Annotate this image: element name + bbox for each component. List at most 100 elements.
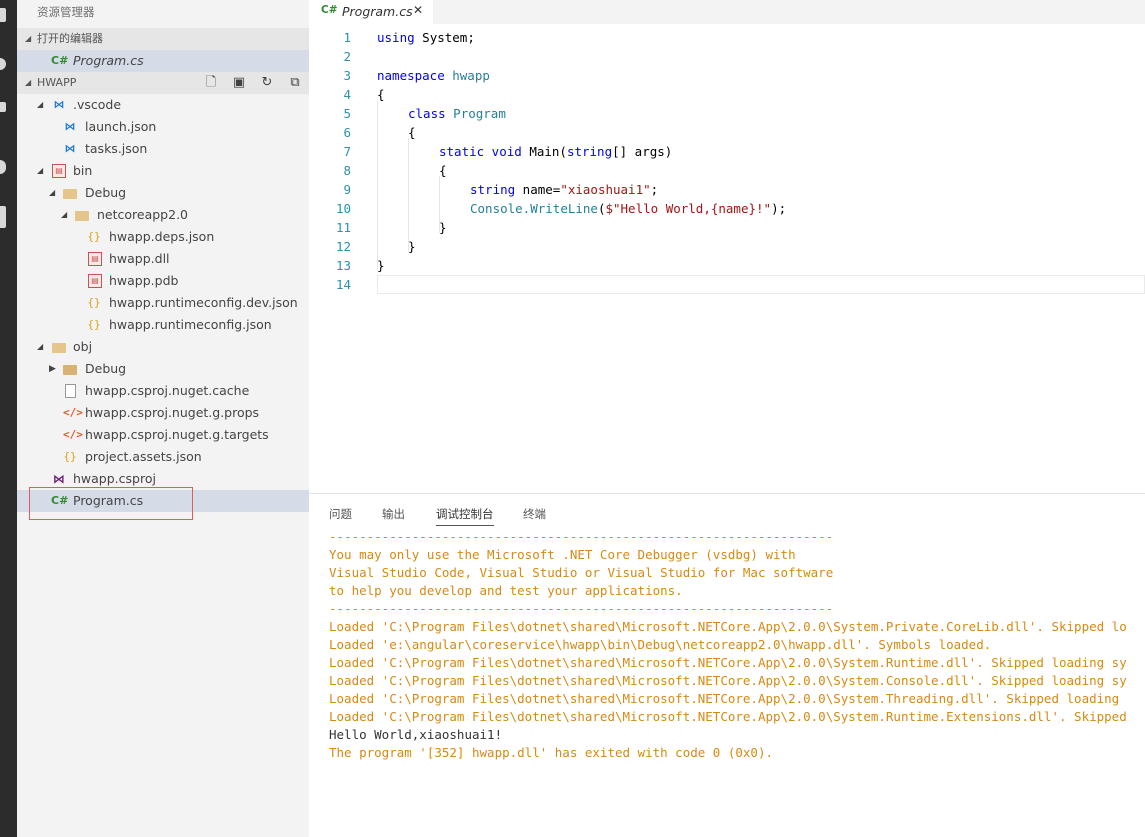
- open-editor-item[interactable]: C# Program.cs: [17, 50, 309, 72]
- folder-icon: [63, 365, 77, 375]
- code-line: }: [377, 258, 385, 273]
- collapse-all-icon[interactable]: ⧉: [287, 75, 303, 91]
- console-line: Visual Studio Code, Visual Studio or Vis…: [329, 565, 834, 580]
- tree-file-nuget-cache[interactable]: hwapp.csproj.nuget.cache: [17, 380, 309, 402]
- console-line: Loaded 'C:\Program Files\dotnet\shared\M…: [329, 655, 1127, 670]
- line-number: 12: [335, 239, 351, 254]
- indent-guide: [377, 100, 378, 271]
- folder-open-icon: [75, 211, 89, 221]
- line-number: 4: [343, 87, 351, 102]
- json-file-icon: {}: [87, 230, 101, 243]
- tree-folder-netcoreapp[interactable]: ◢ netcoreapp2.0: [17, 204, 309, 226]
- chevron-down-icon: ◢: [37, 342, 44, 351]
- bottom-panel: 问题 输出 调试控制台 终端 -------------------------…: [309, 493, 1145, 837]
- xml-file-icon: </>: [63, 428, 83, 441]
- source-control-icon[interactable]: [0, 102, 6, 112]
- console-line: You may only use the Microsoft .NET Core…: [329, 547, 796, 562]
- line-number: 7: [343, 144, 351, 159]
- console-line: Loaded 'C:\Program Files\dotnet\shared\M…: [329, 691, 1120, 706]
- tree-file-project-assets[interactable]: {} project.assets.json: [17, 446, 309, 468]
- code-line: static void Main(string[] args): [439, 144, 673, 159]
- vscode-file-icon: ⋈: [64, 120, 76, 133]
- tree-folder-vscode[interactable]: ◢ ⋈ .vscode: [17, 94, 309, 116]
- code-line: namespace hwapp: [377, 68, 490, 83]
- line-number: 5: [343, 106, 351, 121]
- tab-terminal[interactable]: 终端: [523, 506, 546, 522]
- highlight-box: [29, 487, 193, 520]
- code-line: class Program: [408, 106, 506, 121]
- folder-open-icon: [52, 343, 66, 353]
- open-editors-header[interactable]: ◢ 打开的编辑器: [17, 28, 309, 50]
- line-number: 3: [343, 68, 351, 83]
- tab-problems[interactable]: 问题: [329, 506, 352, 522]
- line-number: 11: [335, 220, 351, 235]
- console-line: Loaded 'e:\angular\coreservice\hwapp\bin…: [329, 637, 992, 652]
- chevron-down-icon: ◢: [37, 166, 44, 175]
- tree-file-runtimeconfig[interactable]: {} hwapp.runtimeconfig.json: [17, 314, 309, 336]
- vscode-file-icon: ⋈: [64, 142, 76, 155]
- chevron-down-icon: ◢: [61, 210, 68, 219]
- tree-file-launch-json[interactable]: ⋈ launch.json: [17, 116, 309, 138]
- json-file-icon: {}: [87, 296, 101, 309]
- tree-file-deps-json[interactable]: {} hwapp.deps.json: [17, 226, 309, 248]
- code-line: Console.WriteLine($"Hello World,{name}!"…: [470, 201, 787, 216]
- vscode-folder-icon: ⋈: [53, 98, 65, 111]
- new-file-icon[interactable]: 🗋: [203, 75, 219, 91]
- folder-open-icon: [63, 189, 77, 199]
- close-icon[interactable]: ✕: [413, 3, 423, 17]
- code-editor[interactable]: 1 2 3 4 5 6 7 8 9 10 11 12 13 14 using S…: [309, 24, 1145, 493]
- search-icon[interactable]: [0, 58, 6, 70]
- bin-folder-icon: ▤: [52, 164, 66, 178]
- code-line: }: [408, 239, 416, 254]
- line-number: 6: [343, 125, 351, 140]
- file-icon: [65, 384, 76, 398]
- code-line: }: [439, 220, 447, 235]
- code-line: string name="xiaoshuai1";: [470, 182, 659, 197]
- console-line: The program '[352] hwapp.dll' has exited…: [329, 745, 774, 760]
- tree-folder-obj[interactable]: ◢ obj: [17, 336, 309, 358]
- console-line: ----------------------------------------…: [329, 529, 834, 544]
- tab-debug-console[interactable]: 调试控制台: [436, 506, 494, 526]
- chevron-down-icon: ◢: [25, 78, 32, 87]
- visual-studio-file-icon: ⋈: [53, 472, 65, 486]
- tree-file-runtimeconfig-dev[interactable]: {} hwapp.runtimeconfig.dev.json: [17, 292, 309, 314]
- tree-folder-debug[interactable]: ◢ Debug: [17, 182, 309, 204]
- line-number: 9: [343, 182, 351, 197]
- refresh-icon[interactable]: ↻: [259, 75, 275, 91]
- tab-label: Program.cs: [342, 4, 413, 19]
- tree-file-nuget-props[interactable]: </> hwapp.csproj.nuget.g.props: [17, 402, 309, 424]
- chevron-down-icon: ◢: [25, 34, 32, 43]
- tree-file-nuget-targets[interactable]: </> hwapp.csproj.nuget.g.targets: [17, 424, 309, 446]
- tree-file-pdb[interactable]: ▤ hwapp.pdb: [17, 270, 309, 292]
- activity-bar: [0, 0, 17, 837]
- explorer-sidebar: 资源管理器 ◢ 打开的编辑器 C# Program.cs ◢ HWAPP 🗋 ▣…: [17, 0, 309, 837]
- code-line: {: [439, 163, 447, 178]
- code-line: {: [408, 125, 416, 140]
- tab-program-cs[interactable]: C# Program.cs ✕: [309, 0, 433, 24]
- chevron-right-icon: ▶: [49, 364, 56, 374]
- console-line: Loaded 'C:\Program Files\dotnet\shared\M…: [329, 709, 1127, 724]
- json-file-icon: {}: [63, 450, 77, 463]
- new-folder-icon[interactable]: ▣: [231, 75, 247, 91]
- line-number: 1: [343, 30, 351, 45]
- console-line: ----------------------------------------…: [329, 601, 834, 616]
- line-number: 13: [335, 258, 351, 273]
- console-line: Loaded 'C:\Program Files\dotnet\shared\M…: [329, 673, 1127, 688]
- tree-folder-bin[interactable]: ◢ ▤ bin: [17, 160, 309, 182]
- chevron-down-icon: ◢: [49, 188, 56, 197]
- line-number: 8: [343, 163, 351, 178]
- explorer-title: 资源管理器: [37, 5, 95, 19]
- extensions-icon[interactable]: [0, 206, 6, 228]
- indent-guide: [408, 138, 409, 252]
- debug-icon[interactable]: [0, 160, 6, 174]
- binary-file-icon: ▤: [88, 252, 102, 266]
- tree-file-dll[interactable]: ▤ hwapp.dll: [17, 248, 309, 270]
- tree-file-tasks-json[interactable]: ⋈ tasks.json: [17, 138, 309, 160]
- tree-folder-obj-debug[interactable]: ▶ Debug: [17, 358, 309, 380]
- console-line: to help you develop and test your applic…: [329, 583, 683, 598]
- explorer-icon[interactable]: [0, 8, 6, 22]
- console-line: Loaded 'C:\Program Files\dotnet\shared\M…: [329, 619, 1127, 634]
- csharp-file-icon: C#: [321, 4, 338, 16]
- tab-output[interactable]: 输出: [382, 506, 405, 522]
- json-file-icon: {}: [87, 318, 101, 331]
